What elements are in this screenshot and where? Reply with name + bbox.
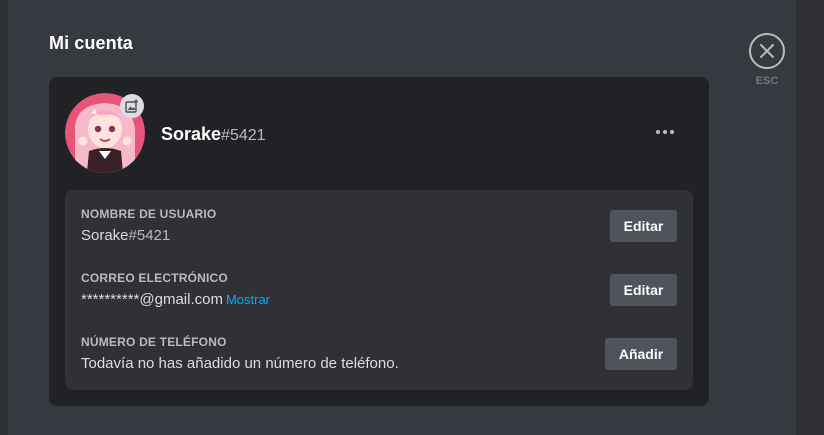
username-value: Sorake#5421 bbox=[81, 227, 216, 244]
email-field: CORREO ELECTRÓNICO **********@gmail.com M… bbox=[81, 271, 270, 308]
profile-username-name: Sorake bbox=[161, 124, 222, 144]
profile-discriminator: #5421 bbox=[221, 127, 266, 144]
email-value: **********@gmail.com Mostrar bbox=[81, 291, 270, 308]
right-sidebar-edge bbox=[796, 0, 824, 435]
more-options-dot bbox=[670, 130, 674, 134]
add-image-icon bbox=[125, 99, 138, 113]
account-fields-panel: NOMBRE DE USUARIO Sorake#5421 Editar COR… bbox=[65, 190, 693, 390]
phone-label: NÚMERO DE TELÉFONO bbox=[81, 335, 227, 349]
close-button[interactable] bbox=[749, 33, 785, 69]
username-field: NOMBRE DE USUARIO Sorake#5421 bbox=[81, 207, 216, 244]
email-label: CORREO ELECTRÓNICO bbox=[81, 271, 228, 285]
username-value-name: Sorake bbox=[81, 227, 129, 244]
more-options-icon bbox=[656, 130, 660, 134]
username-label: NOMBRE DE USUARIO bbox=[81, 207, 217, 221]
account-card: Sorake#5421 NOMBRE DE USUARIO Sorake#542… bbox=[49, 77, 709, 406]
close-area: ESC bbox=[749, 33, 785, 87]
more-options-button[interactable] bbox=[649, 123, 681, 141]
more-options-dot bbox=[663, 130, 667, 134]
profile-username: Sorake#5421 bbox=[161, 123, 266, 147]
username-value-discriminator: #5421 bbox=[128, 227, 171, 244]
edit-email-button[interactable]: Editar bbox=[610, 274, 677, 306]
reveal-email-link[interactable]: Mostrar bbox=[226, 292, 270, 307]
esc-label: ESC bbox=[755, 75, 779, 87]
edit-username-button[interactable]: Editar bbox=[610, 210, 677, 242]
phone-field: NÚMERO DE TELÉFONO Todavía no has añadid… bbox=[81, 335, 399, 372]
add-phone-button[interactable]: Añadir bbox=[605, 338, 677, 370]
phone-value: Todavía no has añadido un número de telé… bbox=[81, 355, 399, 372]
email-value-text: **********@gmail.com bbox=[81, 291, 223, 308]
page-title: Mi cuenta bbox=[49, 33, 133, 53]
close-icon bbox=[760, 44, 774, 58]
left-sidebar-edge bbox=[0, 0, 8, 435]
upload-avatar-button[interactable] bbox=[120, 94, 144, 118]
